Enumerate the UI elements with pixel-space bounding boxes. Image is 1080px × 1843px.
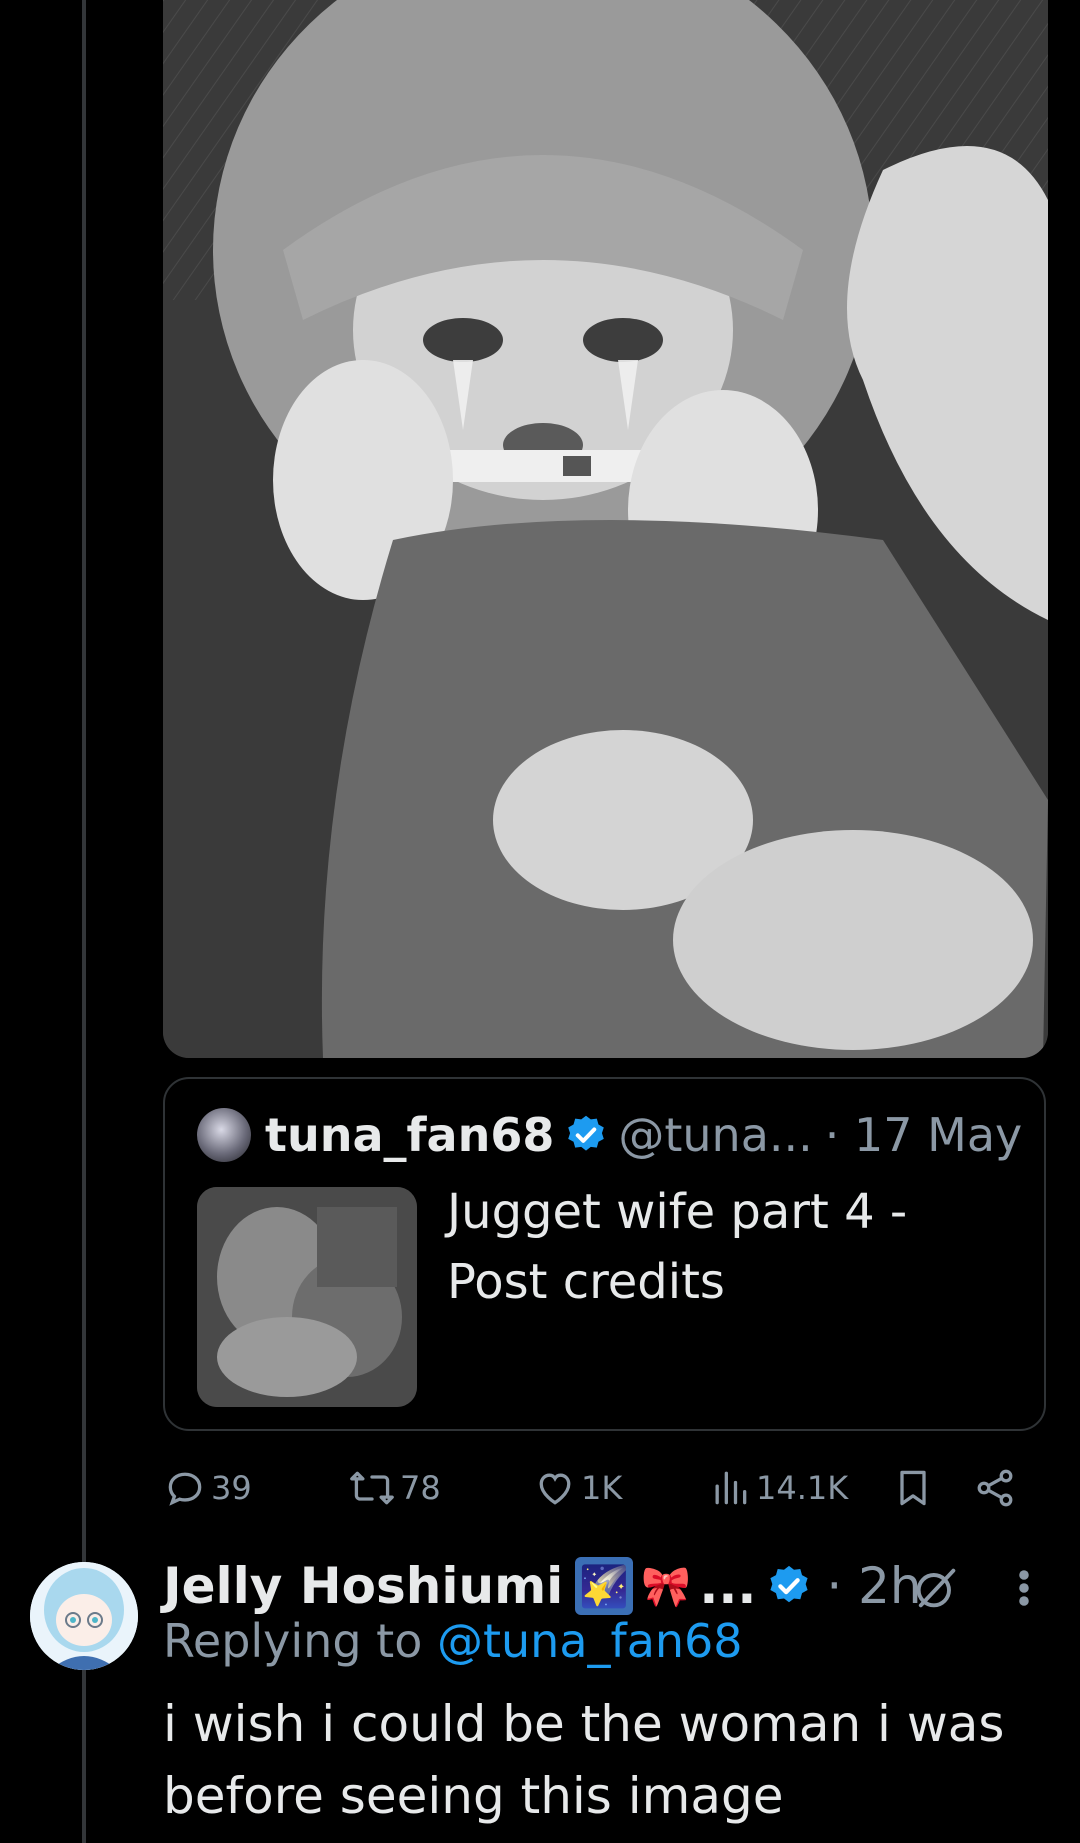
comment-icon — [168, 1472, 202, 1506]
quoted-author-name[interactable]: tuna_fan68 — [265, 1108, 554, 1162]
reply-time: · 2h — [826, 1557, 922, 1615]
bookmark-button[interactable] — [891, 1458, 939, 1518]
quoted-post-text: Jugget wife part 4 - Post credits — [447, 1184, 908, 1310]
reply-text: i wish i could be the woman i was before… — [163, 1695, 1005, 1825]
repost-count: 78 — [400, 1469, 441, 1507]
quoted-author-avatar[interactable] — [197, 1108, 251, 1162]
reply-header: Jelly Hoshiumi 🌠 🎀 ... · 2h — [163, 1554, 922, 1618]
post-action-bar: 39 78 1K 14.1K — [163, 1458, 1033, 1518]
verified-badge-icon — [766, 1563, 812, 1609]
bookmark-icon — [900, 1470, 926, 1506]
replying-to-mention[interactable]: @tuna_fan68 — [437, 1614, 743, 1668]
views-chart-icon — [715, 1471, 747, 1505]
quoted-post-thumbnail[interactable] — [197, 1187, 417, 1407]
name-truncation: ... — [699, 1557, 757, 1615]
post-image[interactable] — [163, 0, 1048, 1058]
grok-icon[interactable] — [910, 1562, 962, 1618]
share-icon — [977, 1469, 1013, 1507]
reply-author-name[interactable]: Jelly Hoshiumi — [163, 1557, 563, 1615]
more-vertical-icon[interactable] — [1014, 1562, 1034, 1618]
quoted-post-date: · 17 May — [824, 1108, 1023, 1162]
repost-button[interactable]: 78 — [348, 1458, 441, 1518]
share-button[interactable] — [973, 1458, 1021, 1518]
replying-to-line: Replying to @tuna_fan68 — [163, 1614, 743, 1668]
verified-badge-icon — [564, 1113, 608, 1157]
ribbon-emoji: 🎀 — [641, 1563, 692, 1610]
repost-icon — [350, 1471, 394, 1505]
views-button[interactable]: 14.1K — [708, 1458, 848, 1518]
reply-header-actions — [910, 1560, 1034, 1620]
shooting-star-emoji: 🌠 — [575, 1557, 634, 1615]
reply-author-avatar[interactable] — [30, 1562, 138, 1670]
post-image-illustration — [163, 0, 1048, 1058]
quoted-post-card[interactable]: tuna_fan68 @tuna... · 17 May Jugget wife… — [163, 1077, 1046, 1431]
replying-to-label: Replying to — [163, 1614, 423, 1668]
heart-icon — [539, 1473, 571, 1505]
view-count: 14.1K — [756, 1469, 849, 1507]
reply-count: 39 — [211, 1469, 252, 1507]
avatar-illustration — [30, 1562, 138, 1670]
reply-button[interactable]: 39 — [163, 1458, 252, 1518]
like-button[interactable]: 1K — [533, 1458, 622, 1518]
like-count: 1K — [581, 1469, 623, 1507]
quoted-author-handle[interactable]: @tuna... — [618, 1108, 812, 1162]
quoted-thumbnail-illustration — [197, 1187, 417, 1407]
quoted-post-header: tuna_fan68 @tuna... · 17 May — [197, 1105, 1022, 1165]
